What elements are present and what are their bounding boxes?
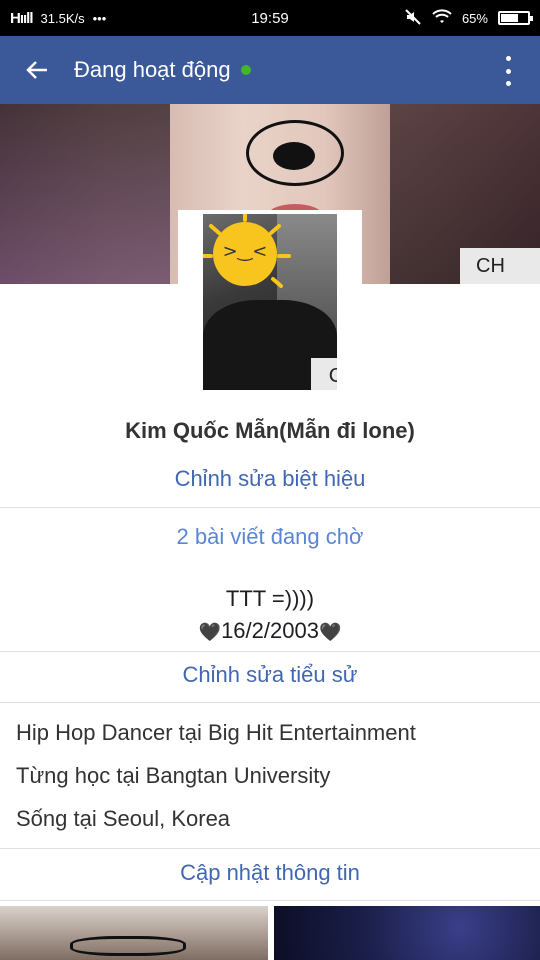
status-time: 19:59 bbox=[251, 9, 289, 27]
divider bbox=[0, 848, 540, 849]
bio: TTT =)))) 🖤16/2/2003🖤 bbox=[0, 583, 540, 649]
bio-line: TTT =)))) bbox=[225, 586, 315, 611]
info-education: Từng học tại Bangtan University bbox=[16, 763, 331, 788]
status-left: Hııll 31.5K/s ••• bbox=[10, 10, 183, 27]
bio-date: 16/2/2003 bbox=[221, 618, 319, 643]
bio-date-line: 🖤16/2/2003🖤 bbox=[0, 615, 540, 649]
more-vertical-icon-dot bbox=[505, 56, 511, 61]
photo-thumbnail[interactable] bbox=[274, 906, 540, 960]
page-title: Đang hoạt động bbox=[74, 57, 251, 83]
divider bbox=[0, 702, 540, 703]
sun-sticker-icon: >‿< bbox=[213, 222, 277, 286]
app-bar: Đang hoạt động bbox=[0, 36, 540, 104]
divider bbox=[0, 651, 540, 652]
battery-icon bbox=[497, 11, 533, 25]
page-title-text: Đang hoạt động bbox=[74, 57, 231, 82]
profile-picture: >‿< C bbox=[203, 214, 337, 390]
sun-face: >‿< bbox=[222, 241, 268, 262]
more-vertical-icon-dot bbox=[505, 81, 511, 86]
photo-thumbnail[interactable] bbox=[0, 906, 268, 960]
status-right: 65% bbox=[357, 8, 533, 29]
back-button[interactable] bbox=[0, 36, 74, 104]
update-info-link[interactable]: Cập nhật thông tin bbox=[0, 860, 540, 886]
divider bbox=[0, 507, 540, 508]
net-speed: 31.5K/s bbox=[40, 10, 85, 26]
signal-icon: Hııll bbox=[10, 9, 33, 27]
info-work: Hip Hop Dancer tại Big Hit Entertainment bbox=[16, 720, 416, 745]
status-bar: Hııll 31.5K/s ••• 19:59 65% bbox=[0, 0, 540, 36]
mute-icon bbox=[404, 8, 422, 29]
heart-icon: 🖤 bbox=[198, 622, 222, 643]
battery-fill bbox=[500, 14, 518, 22]
photo-strip bbox=[0, 906, 540, 960]
profile-name: Kim Quốc Mẫn(Mẫn đi lone) bbox=[125, 418, 415, 443]
notification-dots: ••• bbox=[92, 10, 107, 26]
avatar-camera-button[interactable]: C bbox=[311, 358, 337, 390]
edit-bio-link[interactable]: Chỉnh sửa tiểu sử bbox=[0, 662, 540, 688]
cover-camera-button[interactable]: CH bbox=[460, 248, 540, 284]
battery-percent: 65% bbox=[461, 10, 488, 26]
profile-picture-frame[interactable]: >‿< C bbox=[178, 210, 362, 392]
divider bbox=[0, 900, 540, 901]
heart-icon: 🖤 bbox=[318, 622, 342, 643]
info-location: Sống tại Seoul, Korea bbox=[16, 806, 231, 831]
more-options-button[interactable] bbox=[498, 56, 518, 86]
cover-hair-left bbox=[0, 104, 170, 284]
online-status-dot bbox=[240, 65, 251, 75]
edit-nickname-link[interactable]: Chỉnh sửa biệt hiệu bbox=[0, 466, 540, 492]
more-vertical-icon-dot bbox=[505, 68, 511, 74]
pending-posts-link[interactable]: 2 bài viết đang chờ bbox=[0, 524, 540, 550]
arrow-left-icon bbox=[26, 61, 47, 79]
cover-nose-dot bbox=[273, 142, 315, 170]
wifi-icon bbox=[432, 8, 452, 28]
